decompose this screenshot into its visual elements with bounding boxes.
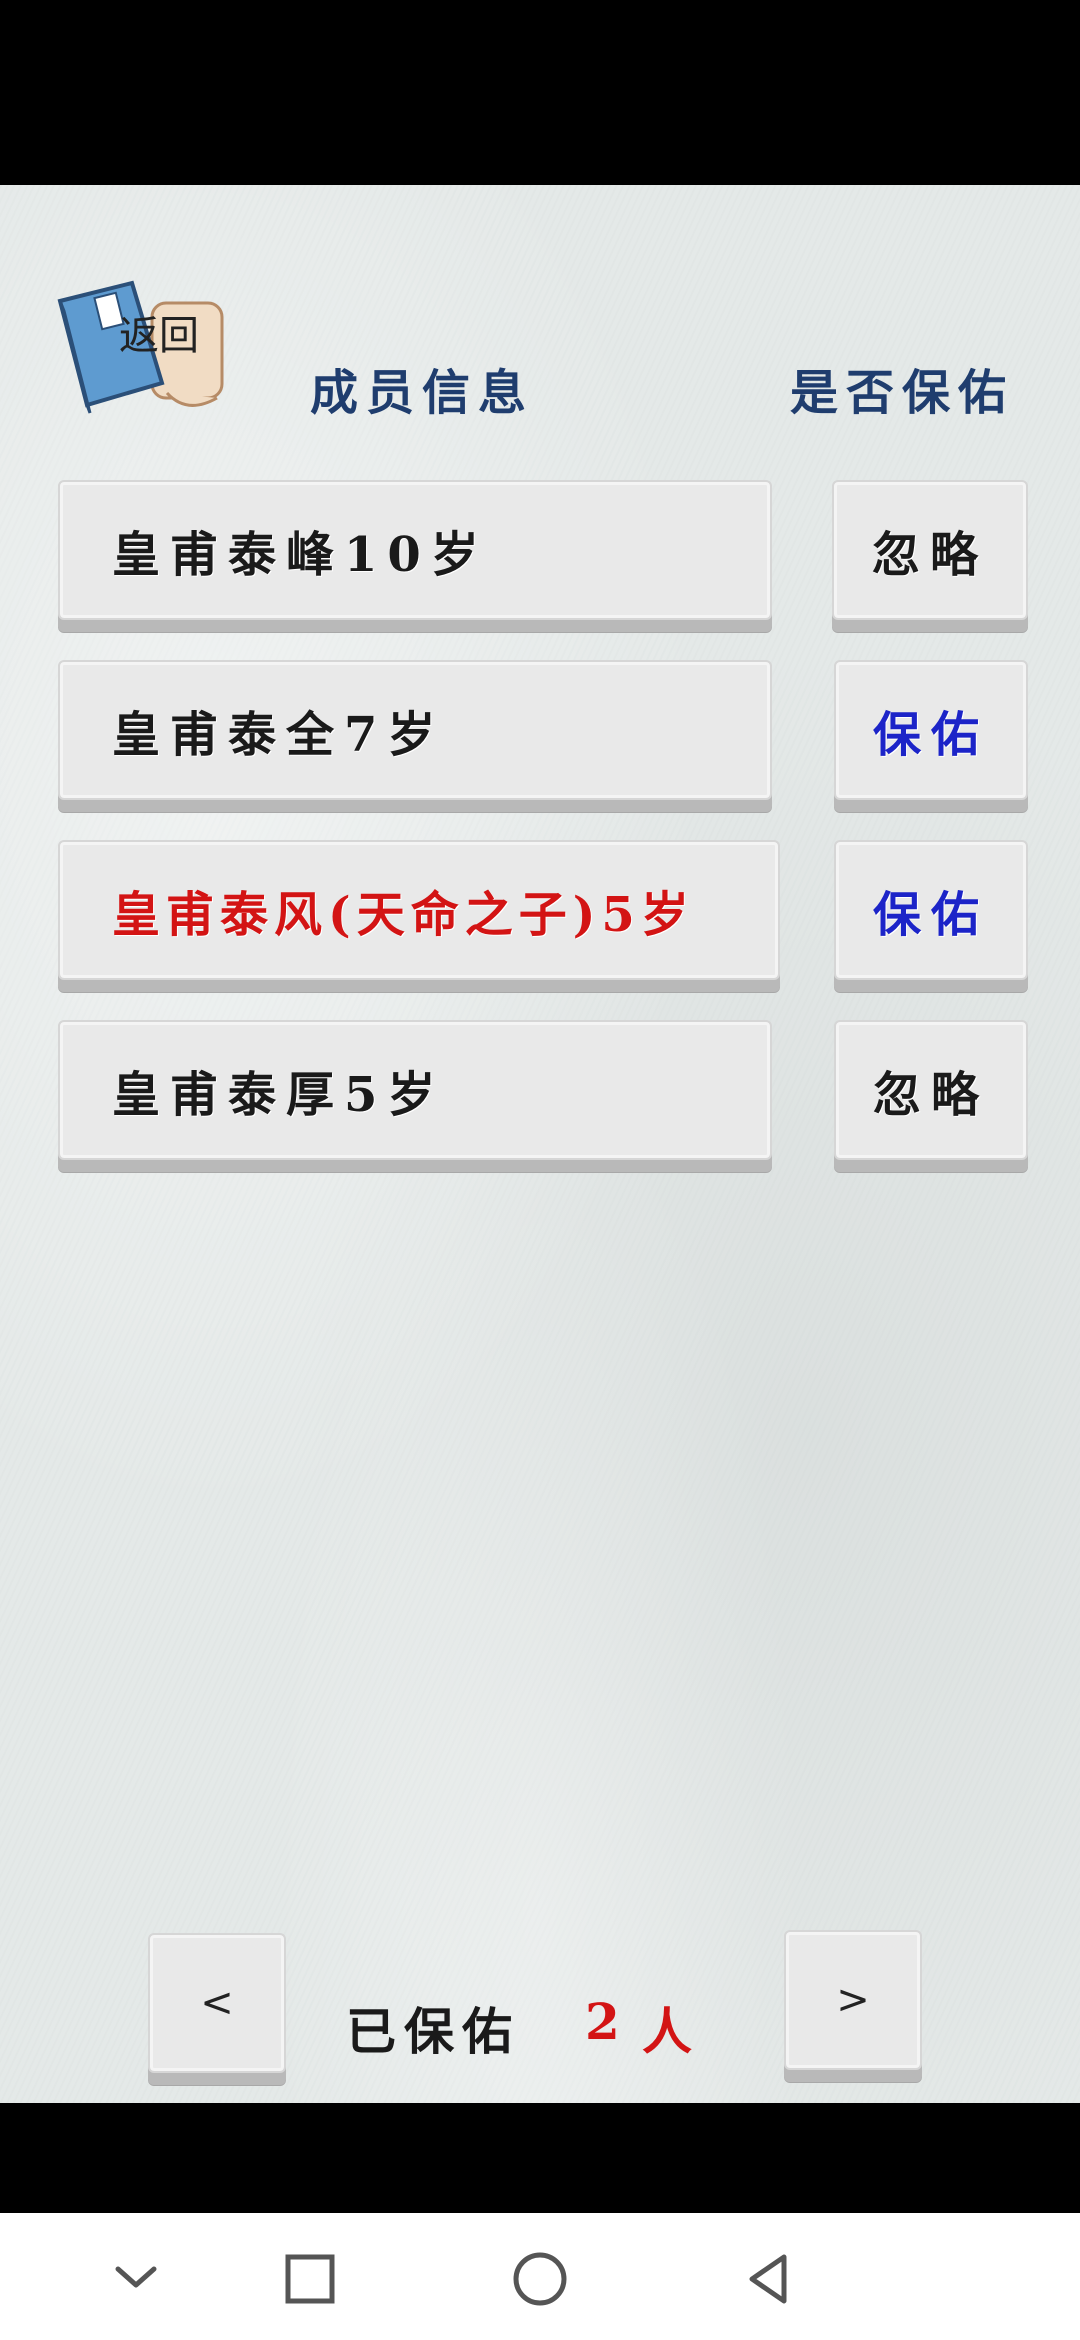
member-label: 皇甫泰峰10岁 (112, 527, 489, 583)
member-row-4[interactable]: 皇甫泰厚5岁 (58, 1020, 772, 1160)
game-screen: 返回 成员信息 是否保佑 皇甫泰峰10岁 忽略 皇甫泰全7岁 保佑 皇甫泰风(天… (0, 185, 1080, 2103)
back-label: 返回 (119, 313, 199, 359)
member-label-highlighted: 皇甫泰风(天命之子)5岁 (112, 887, 695, 943)
square-icon[interactable] (280, 2249, 340, 2309)
triangle-back-icon[interactable] (740, 2249, 800, 2309)
system-navigation-bar (0, 2213, 1080, 2340)
chevron-down-icon[interactable] (106, 2249, 166, 2309)
next-page-button[interactable]: > (784, 1930, 922, 2070)
member-row-3[interactable]: 皇甫泰风(天命之子)5岁 (58, 840, 780, 980)
ignore-button-1[interactable]: 忽略 (832, 480, 1028, 620)
blessed-count: 2 (585, 1992, 628, 2051)
circle-icon[interactable] (510, 2249, 570, 2309)
column-title-member: 成员信息 (310, 365, 535, 421)
member-row-1[interactable]: 皇甫泰峰10岁 (58, 480, 772, 620)
blessed-label: 已保佑 (346, 2002, 520, 2061)
back-button[interactable]: 返回 (52, 273, 242, 423)
member-label: 皇甫泰厚5岁 (112, 1067, 446, 1123)
prev-page-button[interactable]: < (148, 1933, 286, 2073)
member-row-2[interactable]: 皇甫泰全7岁 (58, 660, 772, 800)
status-bar-area (0, 0, 1080, 185)
blessed-unit: 人 (642, 2002, 700, 2061)
ignore-button-4[interactable]: 忽略 (834, 1020, 1028, 1160)
bless-button-2[interactable]: 保佑 (834, 660, 1028, 800)
member-label: 皇甫泰全7岁 (112, 707, 446, 763)
letterbox-bottom (0, 2103, 1080, 2213)
bless-button-3[interactable]: 保佑 (834, 840, 1028, 980)
column-title-bless: 是否保佑 (790, 365, 1015, 421)
